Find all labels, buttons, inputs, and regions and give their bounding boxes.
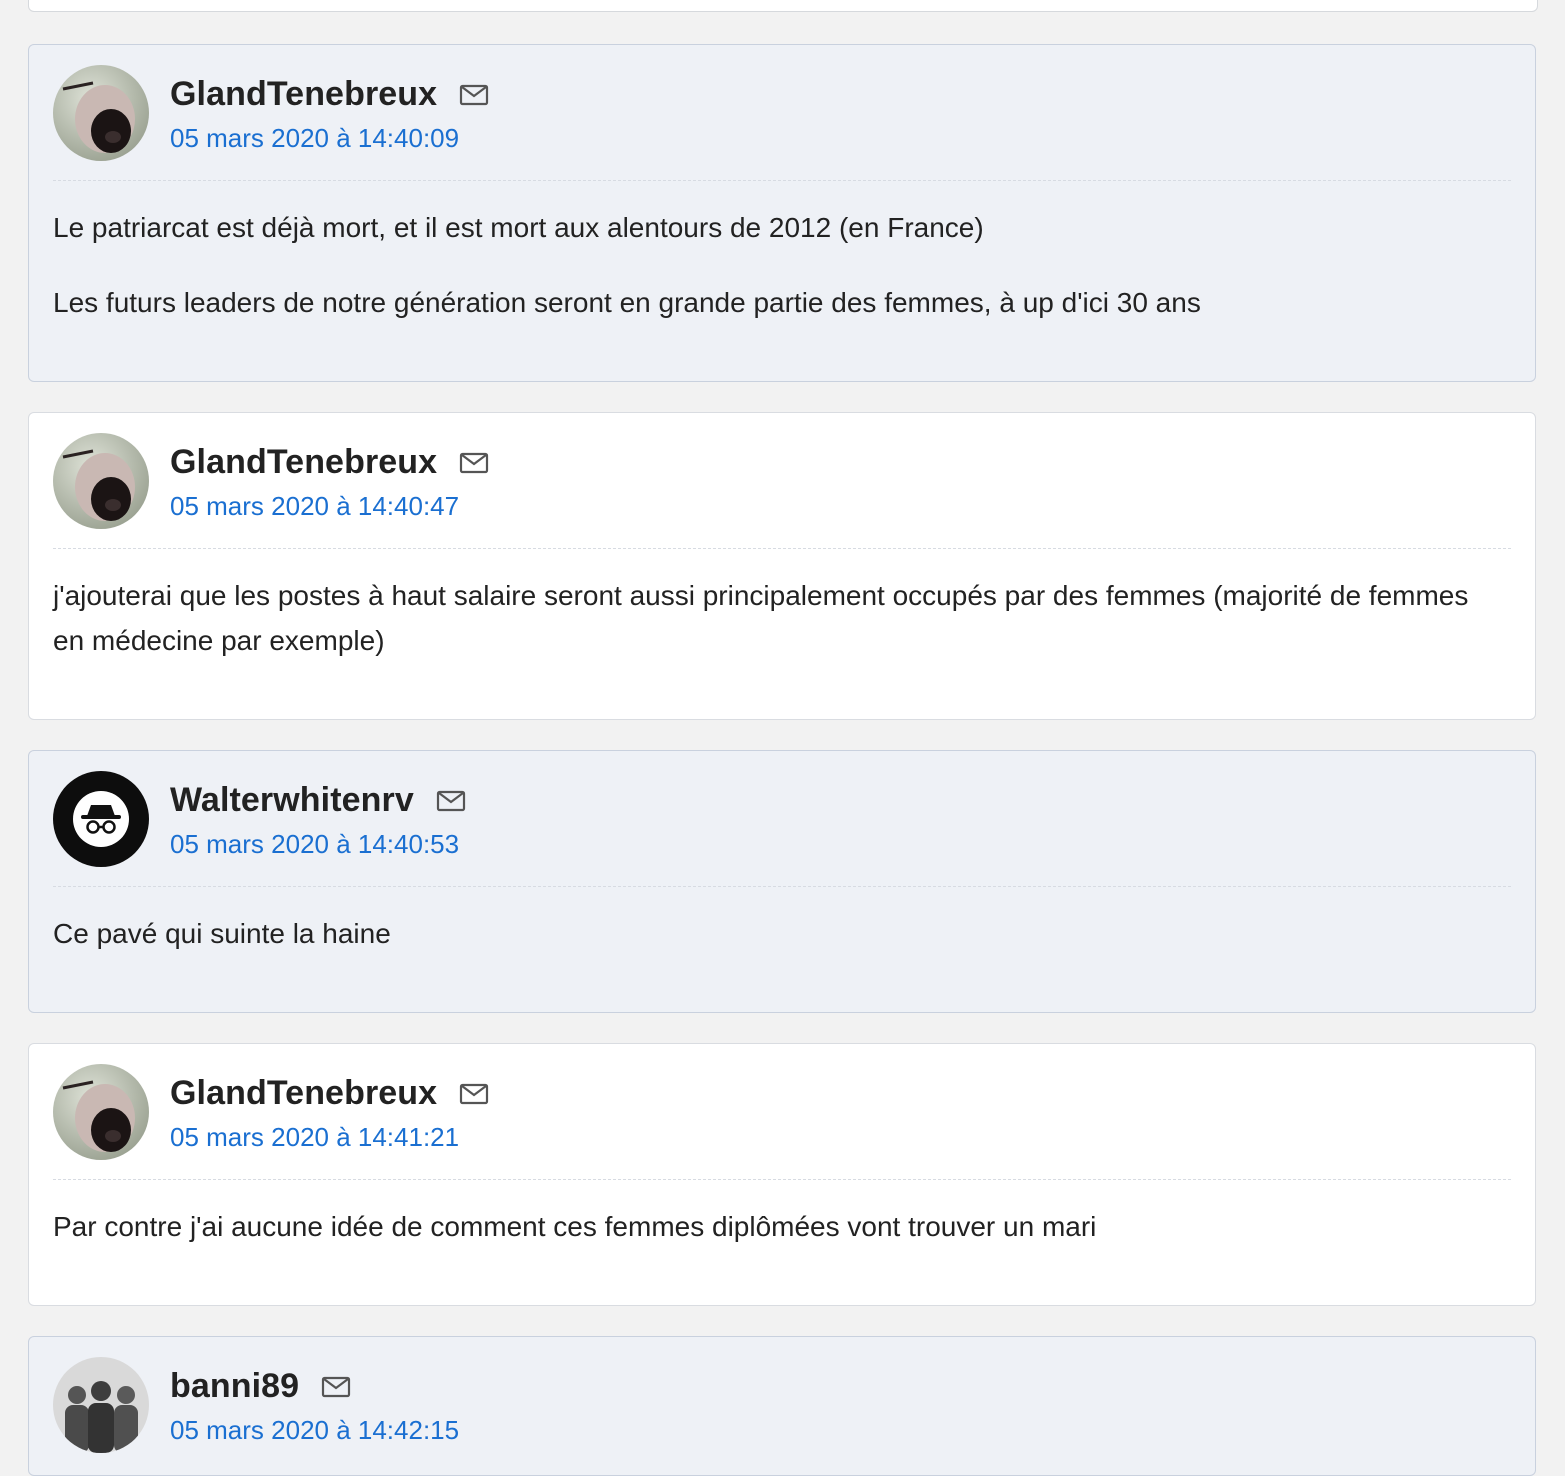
- divider: [53, 886, 1511, 887]
- mail-icon[interactable]: [459, 84, 489, 106]
- post-content: Par contre j'ai aucune idée de comment c…: [53, 1204, 1475, 1279]
- post-paragraph: Par contre j'ai aucune idée de comment c…: [53, 1211, 1097, 1242]
- post-paragraph: j'ajouterai que les postes à haut salair…: [53, 580, 1469, 656]
- author-name[interactable]: GlandTenebreux: [170, 75, 437, 114]
- post-author: GlandTenebreux: [170, 75, 489, 114]
- post: GlandTenebreux 05 mars 2020 à 14:41:21 P…: [28, 1043, 1536, 1306]
- author-name[interactable]: Walterwhitenrv: [170, 781, 414, 820]
- post: GlandTenebreux 05 mars 2020 à 14:40:47 j…: [28, 412, 1536, 720]
- post-content: Ce pavé qui suinte la haine: [53, 911, 1475, 986]
- mail-icon[interactable]: [321, 1376, 351, 1398]
- mail-icon[interactable]: [436, 790, 466, 812]
- post: GlandTenebreux 05 mars 2020 à 14:40:09 L…: [28, 44, 1536, 382]
- previous-post-bottom: [28, 0, 1538, 12]
- post-date-link[interactable]: 05 mars 2020 à 14:40:09: [170, 123, 459, 154]
- post-paragraph: Ce pavé qui suinte la haine: [53, 918, 391, 949]
- post-date-link[interactable]: 05 mars 2020 à 14:41:21: [170, 1122, 459, 1153]
- post-author: Walterwhitenrv: [170, 781, 466, 820]
- post-date-link[interactable]: 05 mars 2020 à 14:40:47: [170, 491, 459, 522]
- avatar[interactable]: [53, 1064, 149, 1160]
- post-date-link[interactable]: 05 mars 2020 à 14:40:53: [170, 829, 459, 860]
- divider: [53, 1179, 1511, 1180]
- avatar[interactable]: [53, 1357, 149, 1453]
- post-date-link[interactable]: 05 mars 2020 à 14:42:15: [170, 1415, 459, 1446]
- author-name[interactable]: GlandTenebreux: [170, 443, 437, 482]
- post-content: Le patriarcat est déjà mort, et il est m…: [53, 205, 1475, 355]
- post: Walterwhitenrv 05 mars 2020 à 14:40:53 C…: [28, 750, 1536, 1013]
- author-name[interactable]: GlandTenebreux: [170, 1074, 437, 1113]
- author-name[interactable]: banni89: [170, 1367, 299, 1406]
- divider: [53, 548, 1511, 549]
- divider: [53, 180, 1511, 181]
- post-content: j'ajouterai que les postes à haut salair…: [53, 573, 1475, 693]
- post-paragraph: Le patriarcat est déjà mort, et il est m…: [53, 212, 984, 243]
- avatar[interactable]: [53, 771, 149, 867]
- post-author: GlandTenebreux: [170, 1074, 489, 1113]
- mail-icon[interactable]: [459, 1083, 489, 1105]
- avatar[interactable]: [53, 65, 149, 161]
- post-author: GlandTenebreux: [170, 443, 489, 482]
- post: banni89 05 mars 2020 à 14:42:15: [28, 1336, 1536, 1476]
- post-author: banni89: [170, 1367, 351, 1406]
- avatar[interactable]: [53, 433, 149, 529]
- post-paragraph: Les futurs leaders de notre génération s…: [53, 287, 1201, 318]
- mail-icon[interactable]: [459, 452, 489, 474]
